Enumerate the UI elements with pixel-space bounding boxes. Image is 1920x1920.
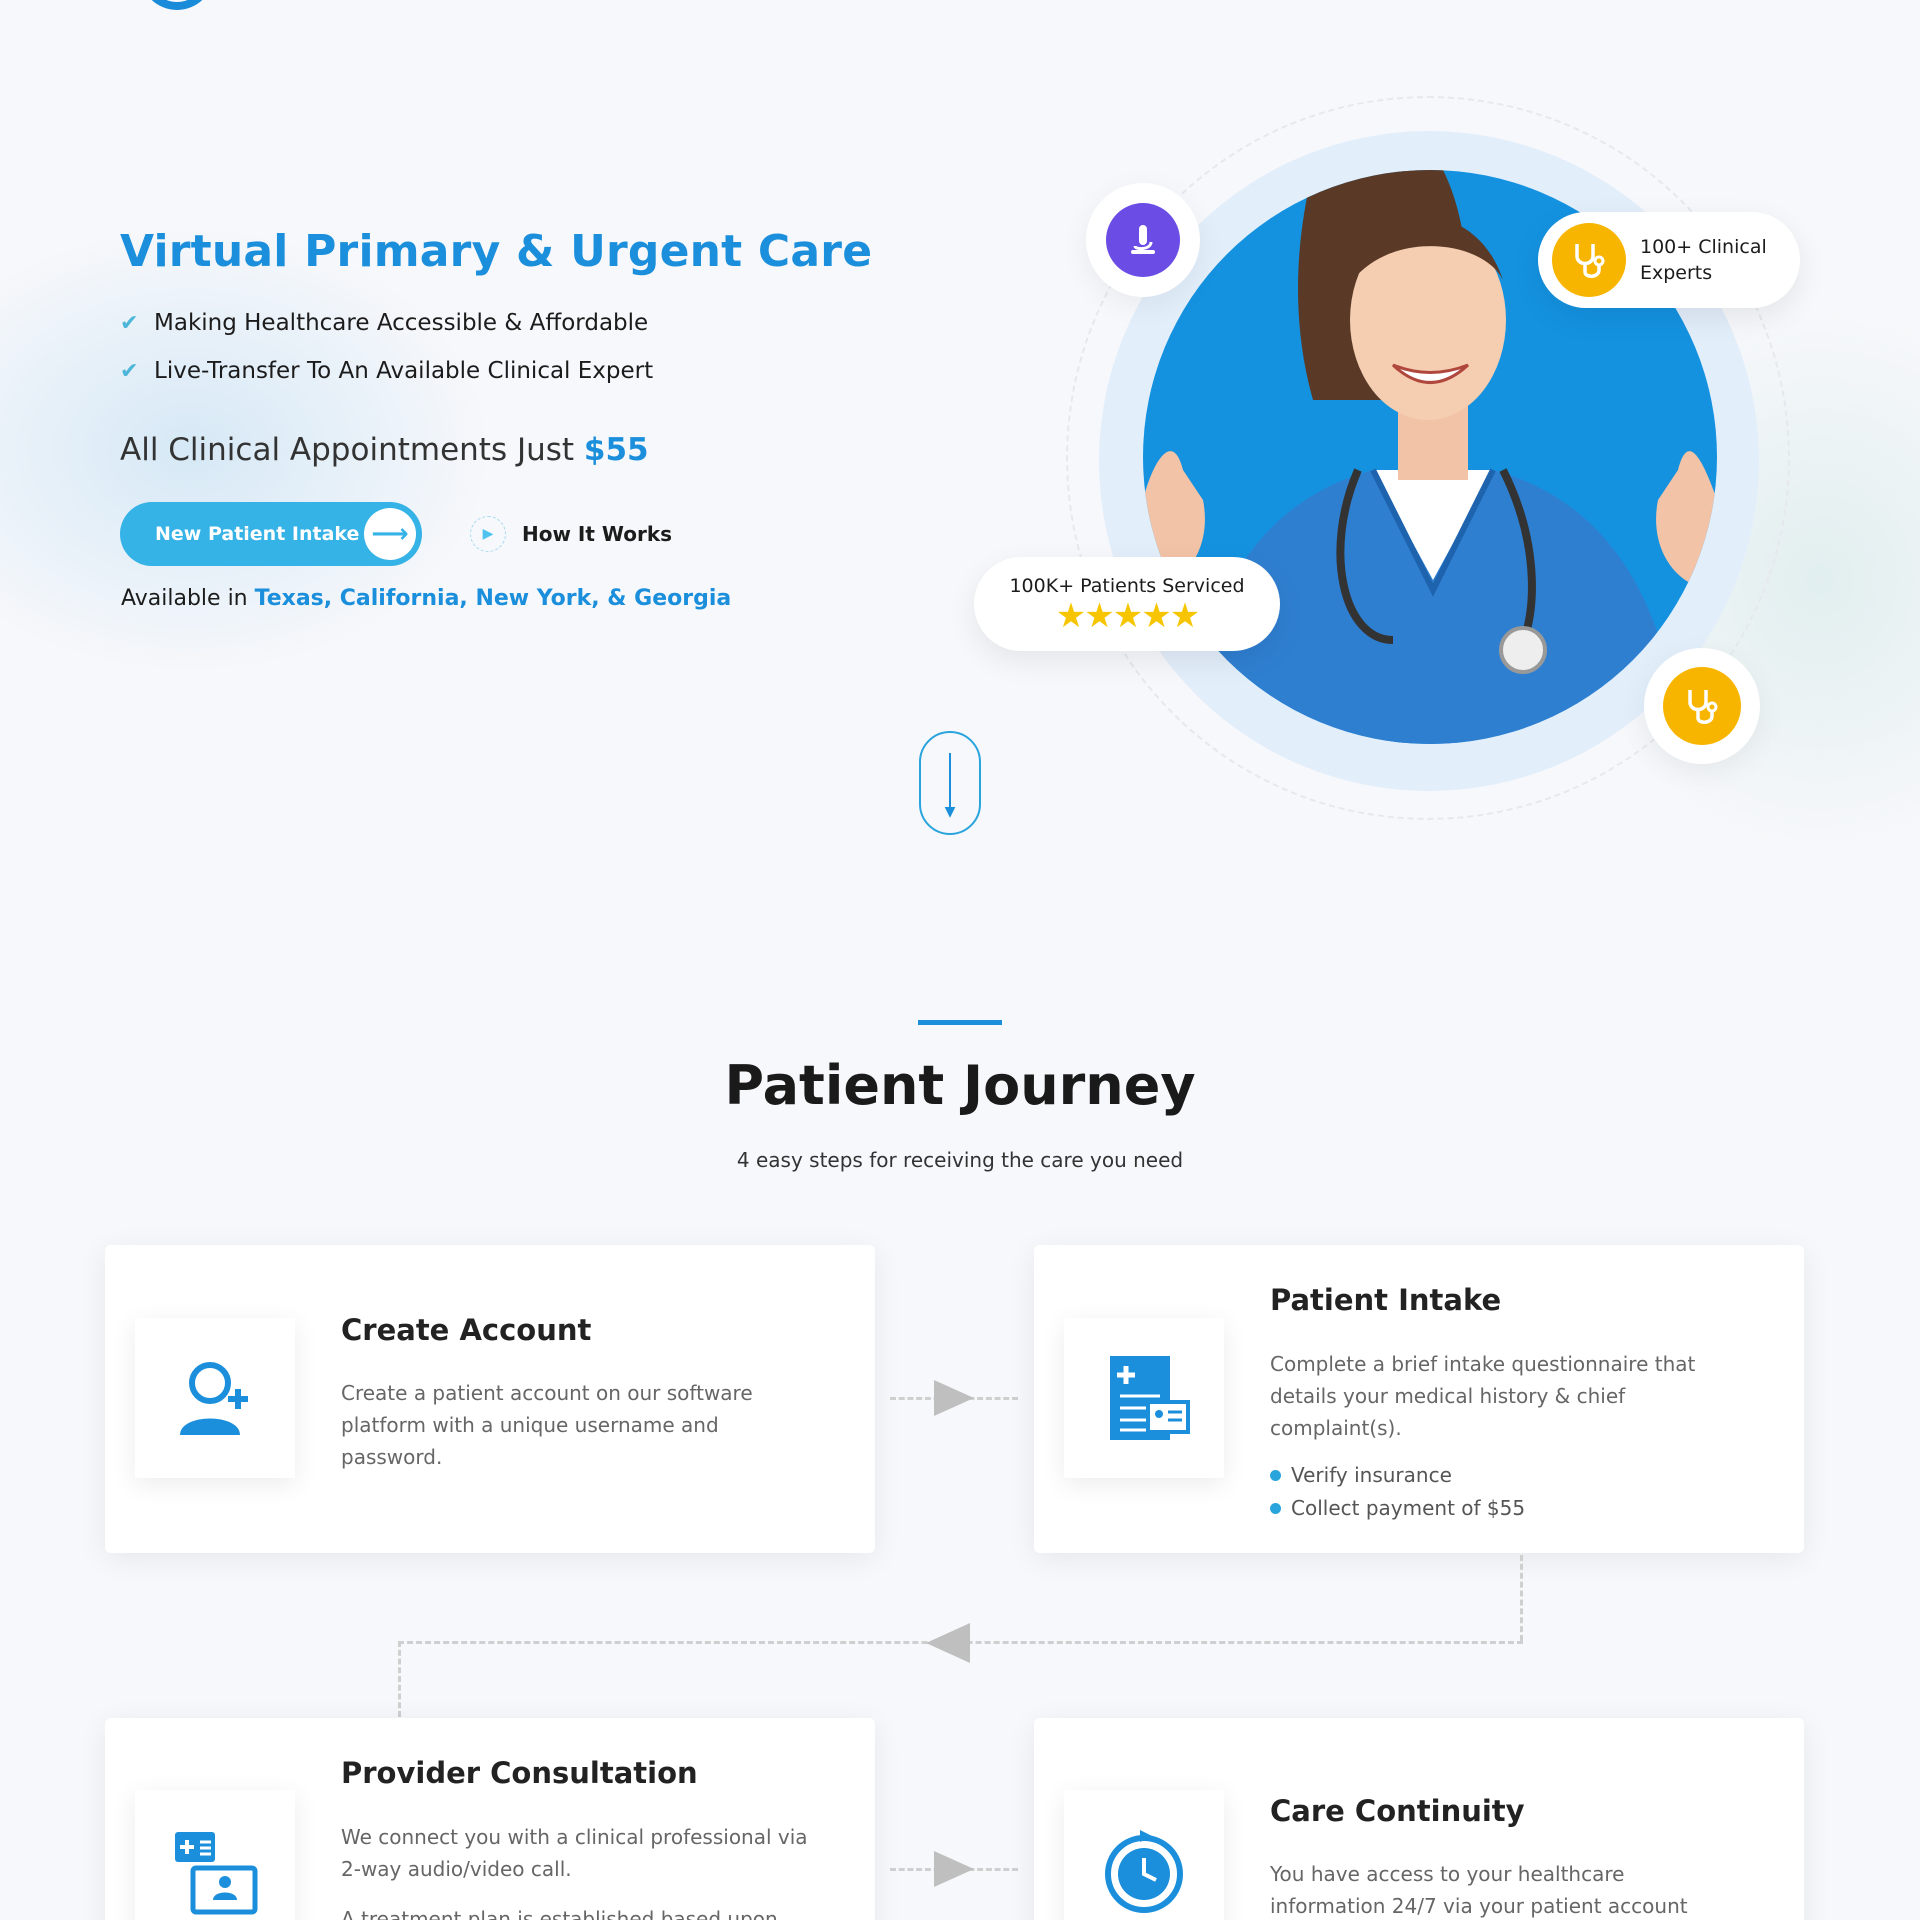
feature-item: ✔ Making Healthcare Accessible & Afforda… bbox=[120, 310, 648, 336]
step-icon-box bbox=[1064, 1790, 1224, 1920]
video-consult-icon bbox=[175, 1832, 258, 1915]
stethoscope-badge bbox=[1644, 648, 1760, 764]
patients-serviced-label: 100K+ Patients Serviced bbox=[1009, 575, 1245, 597]
step-bullets: Verify insurance Collect payment of $55 bbox=[1270, 1459, 1525, 1525]
how-it-works-link[interactable]: ▶ How It Works bbox=[470, 516, 672, 552]
step-icon-box bbox=[1064, 1318, 1224, 1478]
stethoscope-icon bbox=[1663, 667, 1741, 745]
arrow-down-icon: ▼ bbox=[944, 804, 956, 820]
rating-stars: ★★★★★ bbox=[1055, 596, 1200, 636]
arrow-right-icon: ⟶ bbox=[364, 508, 416, 560]
list-item: Verify insurance bbox=[1270, 1459, 1525, 1492]
feature-item: ✔ Live-Transfer To An Available Clinical… bbox=[120, 358, 653, 384]
price-line: All Clinical Appointments Just $55 bbox=[120, 432, 649, 468]
play-icon: ▶ bbox=[470, 516, 506, 552]
step-card-provider-consultation: Provider Consultation We connect you wit… bbox=[105, 1718, 875, 1920]
feature-label: Live-Transfer To An Available Clinical E… bbox=[154, 358, 654, 384]
feature-label: Making Healthcare Accessible & Affordabl… bbox=[154, 310, 649, 336]
landing-page: Virtual Primary & Urgent Care ✔ Making H… bbox=[0, 0, 1920, 1920]
medical-form-icon bbox=[1110, 1356, 1190, 1440]
clinical-experts-badge: 100+ Clinical Experts bbox=[1538, 212, 1800, 308]
step-card-patient-intake: Patient Intake Complete a brief intake q… bbox=[1034, 1245, 1804, 1553]
arrow-right-icon bbox=[934, 1851, 974, 1887]
step-title: Patient Intake bbox=[1270, 1283, 1502, 1317]
bullet-label: Verify insurance bbox=[1291, 1463, 1452, 1487]
new-patient-intake-button[interactable]: New Patient Intake ⟶ bbox=[120, 502, 422, 566]
stethoscope-icon bbox=[1552, 223, 1626, 297]
hero-title: Virtual Primary & Urgent Care bbox=[120, 226, 873, 277]
microscope-badge bbox=[1086, 183, 1200, 297]
step-title: Create Account bbox=[341, 1313, 592, 1347]
price-value: $55 bbox=[583, 432, 649, 468]
patients-serviced-badge: 100K+ Patients Serviced ★★★★★ bbox=[974, 557, 1280, 651]
step-body: We connect you with a clinical professio… bbox=[341, 1825, 808, 1881]
bullet-label: Collect payment of $55 bbox=[1291, 1496, 1526, 1520]
step-body: You have access to your healthcare infor… bbox=[1270, 1862, 1688, 1918]
step-title: Provider Consultation bbox=[341, 1756, 698, 1790]
connector-line bbox=[1520, 1555, 1523, 1641]
cta-label: New Patient Intake bbox=[155, 523, 360, 545]
step-card-care-continuity: Care Continuity You have access to your … bbox=[1034, 1718, 1804, 1920]
connector-line bbox=[398, 1641, 401, 1717]
clock-history-icon bbox=[1105, 1830, 1183, 1913]
availability-line: Available in Texas, California, New York… bbox=[121, 586, 731, 611]
step-body: Create a patient account on our software… bbox=[341, 1381, 753, 1469]
arrow-right-icon bbox=[934, 1380, 974, 1416]
logo[interactable] bbox=[140, 0, 214, 10]
step-body: Complete a brief intake questionnaire th… bbox=[1270, 1352, 1696, 1440]
section-subtitle: 4 easy steps for receiving the care you … bbox=[736, 1148, 1184, 1172]
step-card-create-account: Create Account Create a patient account … bbox=[105, 1245, 875, 1553]
section-title: Patient Journey bbox=[724, 1054, 1196, 1117]
step-icon-box bbox=[135, 1318, 295, 1478]
step-icon-box bbox=[135, 1790, 295, 1920]
section-divider bbox=[918, 1020, 1002, 1025]
price-prefix: All Clinical Appointments Just bbox=[120, 432, 584, 468]
list-item: Collect payment of $55 bbox=[1270, 1492, 1525, 1525]
avail-prefix: Available in bbox=[121, 586, 255, 611]
arrow-left-icon bbox=[926, 1623, 970, 1663]
add-user-icon bbox=[180, 1362, 248, 1435]
clinical-experts-label: 100+ Clinical Experts bbox=[1640, 236, 1767, 284]
microscope-icon bbox=[1106, 203, 1180, 277]
check-icon: ✔ bbox=[120, 358, 139, 384]
check-icon: ✔ bbox=[120, 310, 139, 336]
scroll-down-indicator[interactable]: ▼ bbox=[919, 731, 981, 835]
avail-states: Texas, California, New York, & Georgia bbox=[254, 586, 732, 611]
step-body-continued: A treatment plan is established based up… bbox=[341, 1907, 778, 1920]
how-it-works-label: How It Works bbox=[522, 522, 673, 546]
step-title: Care Continuity bbox=[1270, 1794, 1525, 1828]
